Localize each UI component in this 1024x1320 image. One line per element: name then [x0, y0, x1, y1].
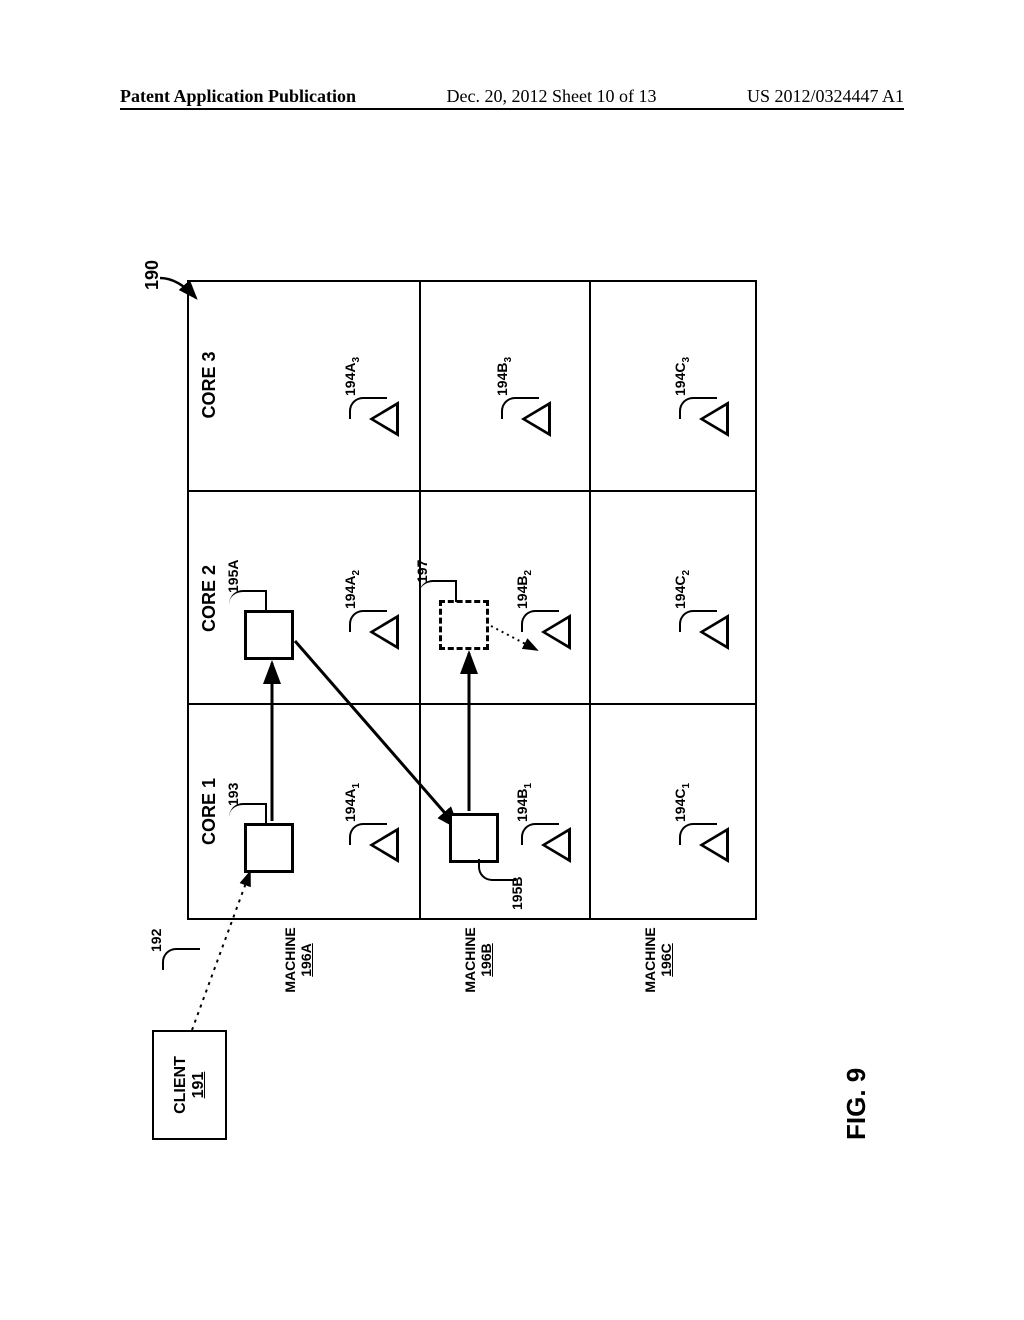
leader-c2: [679, 610, 717, 632]
grid-hline-2: [589, 282, 591, 918]
machine-c-num: 196C: [658, 943, 674, 976]
machine-a-num: 196A: [298, 943, 314, 976]
lbl-a3: 194A3: [342, 357, 362, 396]
client-label: CLIENT: [172, 1032, 190, 1138]
box-197: [439, 600, 489, 650]
lbl-c2: 194C2: [672, 570, 692, 609]
arrow-195b-197: [459, 645, 479, 813]
cores-grid: CORE 1 CORE 2 CORE 3 193 195A: [187, 280, 757, 920]
machine-b-num: 196B: [478, 943, 494, 976]
figure-rotated: FIG. 9 190 CLIENT 191: [152, 260, 872, 1140]
ref-195b: 195B: [509, 877, 525, 910]
figure-canvas: FIG. 9 190 CLIENT 191: [152, 260, 872, 1140]
machine-b-label: MACHINE 196B: [462, 920, 494, 1000]
leader-195a: [229, 590, 267, 612]
core-1-header: CORE 1: [199, 705, 220, 918]
ref-197: 197: [414, 560, 430, 583]
leader-c3: [679, 397, 717, 419]
machine-b-name: MACHINE: [462, 927, 478, 992]
pub-id: US 2012/0324447 A1: [747, 86, 904, 107]
core-3-header: CORE 3: [199, 278, 220, 492]
leader-b2: [521, 610, 559, 632]
box-193: [244, 823, 294, 873]
lbl-c3: 194C3: [672, 357, 692, 396]
ref-193: 193: [225, 783, 241, 806]
leader-a3: [349, 397, 387, 419]
pub-type: Patent Application Publication: [120, 86, 356, 107]
machine-a-label: MACHINE 196A: [282, 920, 314, 1000]
machine-c-label: MACHINE 196C: [642, 920, 674, 1000]
leader-b3: [501, 397, 539, 419]
ref-195a: 195A: [225, 560, 241, 593]
arrow-193-195a: [262, 655, 282, 823]
core-2-header: CORE 2: [199, 492, 220, 705]
lbl-b1: 194B1: [514, 783, 534, 822]
leader-b1: [521, 823, 559, 845]
client-num: 191: [190, 1032, 208, 1138]
lbl-b3: 194B3: [494, 357, 514, 396]
machine-c-name: MACHINE: [642, 927, 658, 992]
lbl-c1: 194C1: [672, 783, 692, 822]
leader-192: [162, 948, 200, 970]
box-195a: [244, 610, 294, 660]
machine-a-name: MACHINE: [282, 927, 298, 992]
lbl-a2: 194A2: [342, 570, 362, 609]
figure-label: FIG. 9: [841, 1068, 872, 1140]
box-195b: [449, 813, 499, 863]
lbl-b2: 194B2: [514, 570, 534, 609]
client-box: CLIENT 191: [152, 1030, 227, 1140]
leader-197: [419, 580, 457, 602]
pub-date: Dec. 20, 2012 Sheet 10 of 13: [447, 86, 657, 107]
grid-vline-2: [189, 490, 755, 492]
ref-192: 192: [148, 929, 164, 952]
header-rule: [120, 108, 904, 110]
leader-c1: [679, 823, 717, 845]
page-header: Patent Application Publication Dec. 20, …: [0, 86, 1024, 107]
